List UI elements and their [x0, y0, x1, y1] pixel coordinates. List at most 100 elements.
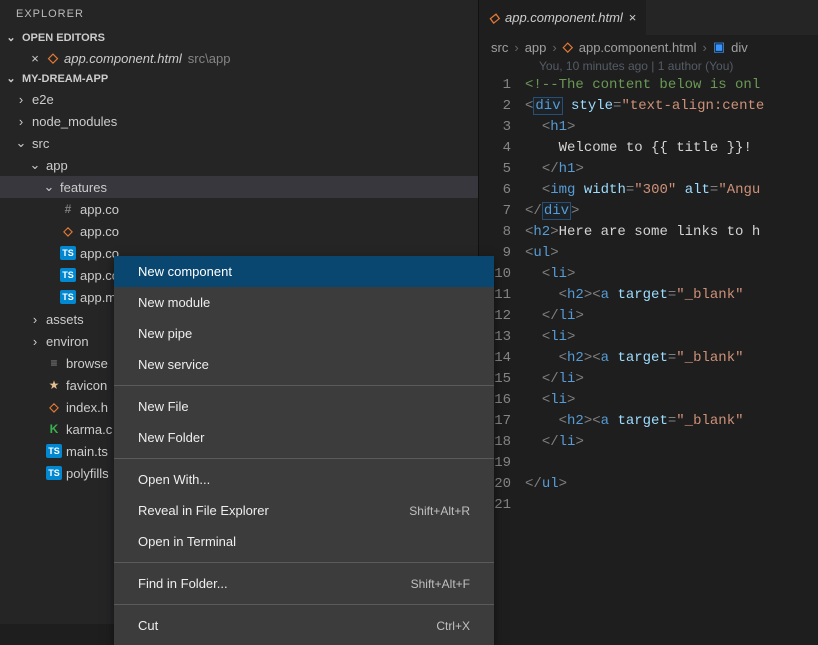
context-menu-label: New component: [138, 264, 232, 279]
context-menu-label: Open in Terminal: [138, 534, 236, 549]
breadcrumb[interactable]: src › app › ◇ app.component.html › ▣ div: [479, 35, 818, 59]
typescript-icon: TS: [60, 246, 76, 260]
chevron-down-icon: ⌄: [42, 179, 56, 195]
context-menu-separator: [114, 604, 494, 605]
tab-app-component[interactable]: ◇ app.component.html ×: [479, 0, 647, 35]
context-menu-separator: [114, 458, 494, 459]
tree-label: favicon: [66, 378, 107, 393]
git-blame-annotation: You, 10 minutes ago | 1 author (You): [479, 59, 818, 75]
close-icon[interactable]: ×: [28, 51, 42, 66]
open-editor-filename: app.component.html: [64, 51, 182, 66]
context-menu-separator: [114, 385, 494, 386]
chevron-down-icon: ⌄: [14, 135, 28, 151]
project-header[interactable]: ⌄ MY-DREAM-APP: [0, 69, 478, 88]
context-menu-item[interactable]: New service: [114, 349, 494, 380]
editor-pane: ◇ app.component.html × src › app › ◇ app…: [478, 0, 818, 624]
chevron-right-icon: ›: [14, 114, 28, 129]
context-menu-item[interactable]: New pipe: [114, 318, 494, 349]
tree-label: index.h: [66, 400, 108, 415]
html5-icon: ◇: [63, 224, 72, 238]
context-menu-item[interactable]: Reveal in File Explorer Shift+Alt+R: [114, 495, 494, 526]
tree-folder[interactable]: › node_modules: [0, 110, 478, 132]
tree-label: browse: [66, 356, 108, 371]
line-number: 5: [479, 159, 511, 180]
context-menu-item[interactable]: Find in Folder... Shift+Alt+F: [114, 568, 494, 599]
context-menu-label: Reveal in File Explorer: [138, 503, 269, 518]
explorer-title: EXPLORER: [0, 0, 478, 28]
tree-file[interactable]: # app.co: [0, 198, 478, 220]
keyboard-shortcut: Shift+Alt+R: [409, 504, 470, 518]
tree-label: node_modules: [32, 114, 117, 129]
tree-label: features: [60, 180, 107, 195]
code-editor[interactable]: 123456789101112131415161718192021 <!--Th…: [479, 75, 818, 516]
tab-bar: ◇ app.component.html ×: [479, 0, 818, 35]
breadcrumb-segment[interactable]: div: [731, 40, 748, 55]
tree-label: main.ts: [66, 444, 108, 459]
line-number: 8: [479, 222, 511, 243]
context-menu-item[interactable]: New component: [114, 256, 494, 287]
chevron-down-icon: ⌄: [4, 31, 18, 44]
context-menu-item[interactable]: New Folder: [114, 422, 494, 453]
open-editors-header[interactable]: ⌄ OPEN EDITORS: [0, 28, 478, 47]
keyboard-shortcut: Shift+Alt+F: [411, 577, 470, 591]
tree-label: e2e: [32, 92, 54, 107]
context-menu-item[interactable]: Open in Terminal: [114, 526, 494, 557]
tree-folder[interactable]: ⌄src: [0, 132, 478, 154]
context-menu-item[interactable]: Open With...: [114, 464, 494, 495]
code-content[interactable]: <!--The content below is onl<div style="…: [525, 75, 818, 516]
tree-label: app.m: [80, 290, 116, 305]
open-editor-item[interactable]: × ◇ app.component.html src\app: [0, 47, 478, 69]
breadcrumb-segment[interactable]: app.component.html: [579, 40, 697, 55]
chevron-right-icon: ›: [28, 312, 42, 327]
breadcrumb-segment[interactable]: app: [525, 40, 547, 55]
cube-icon: ▣: [713, 39, 725, 55]
chevron-down-icon: ⌄: [28, 157, 42, 173]
context-menu-separator: [114, 562, 494, 563]
open-editors-label: OPEN EDITORS: [22, 32, 105, 44]
context-menu-label: Open With...: [138, 472, 210, 487]
context-menu-item[interactable]: New File: [114, 391, 494, 422]
karma-icon: K: [50, 422, 59, 436]
context-menu-label: New File: [138, 399, 189, 414]
tree-label: app: [46, 158, 68, 173]
tree-label: app.co: [80, 202, 119, 217]
context-menu-label: Find in Folder...: [138, 576, 228, 591]
chevron-right-icon: ›: [14, 92, 28, 107]
line-number: 6: [479, 180, 511, 201]
html5-icon: ◇: [563, 39, 573, 55]
line-number: 7: [479, 201, 511, 222]
tree-label: polyfills: [66, 466, 109, 481]
context-menu-label: Cut: [138, 618, 158, 633]
tree-label: assets: [46, 312, 84, 327]
hash-icon: #: [65, 202, 72, 216]
breadcrumb-segment[interactable]: src: [491, 40, 508, 55]
tree-folder[interactable]: ⌄ features: [0, 176, 478, 198]
context-menu-item[interactable]: New module: [114, 287, 494, 318]
context-menu-label: New Folder: [138, 430, 204, 445]
line-number: 1: [479, 75, 511, 96]
star-icon: ★: [49, 378, 60, 392]
line-number: 4: [479, 138, 511, 159]
typescript-icon: TS: [60, 268, 76, 282]
tree-file[interactable]: ◇app.co: [0, 220, 478, 242]
chevron-right-icon: ›: [552, 40, 556, 55]
context-menu[interactable]: New component New module New pipe New servi…: [114, 256, 494, 645]
tree-folder[interactable]: ⌄ app: [0, 154, 478, 176]
chevron-right-icon: ›: [514, 40, 518, 55]
chevron-right-icon: ›: [703, 40, 707, 55]
tree-label: environ: [46, 334, 89, 349]
context-menu-label: New pipe: [138, 326, 192, 341]
tree-label: karma.c: [66, 422, 112, 437]
context-menu-label: New module: [138, 295, 210, 310]
line-number: 2: [479, 96, 511, 117]
typescript-icon: TS: [46, 444, 62, 458]
tree-folder[interactable]: › e2e: [0, 88, 478, 110]
chevron-down-icon: ⌄: [4, 72, 18, 85]
keyboard-shortcut: Ctrl+X: [436, 619, 470, 633]
typescript-icon: TS: [46, 466, 62, 480]
html5-icon: ◇: [48, 50, 58, 66]
typescript-icon: TS: [60, 290, 76, 304]
context-menu-item[interactable]: Cut Ctrl+X: [114, 610, 494, 641]
tab-label: app.component.html: [505, 10, 623, 25]
close-icon[interactable]: ×: [629, 10, 637, 25]
